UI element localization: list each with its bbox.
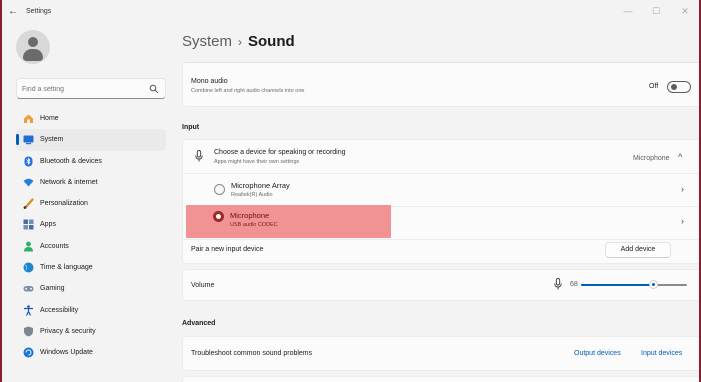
globe-clock-icon <box>23 262 34 273</box>
chevron-right-icon[interactable]: › <box>681 184 684 194</box>
device-detail: Realtek(R) Audio <box>231 192 273 198</box>
home-icon <box>24 114 33 123</box>
sidebar-item-label: Accessibility <box>40 306 79 314</box>
sidebar-item-accessibility[interactable]: Accessibility <box>16 300 166 321</box>
sidebar-item-label: Windows Update <box>40 349 93 357</box>
selected-input-device[interactable]: Microphone <box>633 155 670 162</box>
divider <box>183 239 701 240</box>
search-input[interactable] <box>22 82 147 96</box>
sidebar-item-apps[interactable]: Apps <box>16 214 166 235</box>
shield-icon <box>24 326 33 337</box>
mono-audio-card: Mono audio Combine left and right audio … <box>182 62 701 107</box>
microphone-radio[interactable] <box>213 211 224 222</box>
breadcrumb-parent[interactable]: System <box>182 33 232 50</box>
breadcrumb-separator: › <box>238 35 243 49</box>
sidebar-item-gaming[interactable]: Gaming <box>16 278 166 299</box>
mono-audio-subtitle: Combine left and right audio channels in… <box>191 88 305 94</box>
title-bar: ← Settings — ☐ ✕ <box>0 0 701 28</box>
system-icon <box>23 135 34 145</box>
sidebar-item-bluetooth[interactable]: Bluetooth & devices <box>16 151 166 172</box>
input-device-card: Choose a device for speaking or recordin… <box>182 139 701 264</box>
sidebar-item-label: Bluetooth & devices <box>40 157 102 165</box>
volume-label: Volume <box>191 282 215 289</box>
choose-device-title: Choose a device for speaking or recordin… <box>214 149 346 156</box>
sidebar-item-label: Privacy & security <box>40 327 96 335</box>
search-icon[interactable] <box>149 84 159 94</box>
update-icon <box>23 347 34 358</box>
input-section-label: Input <box>182 124 200 131</box>
volume-card: Volume 68 <box>182 269 701 301</box>
chevron-right-icon[interactable]: › <box>681 216 684 226</box>
sidebar-item-network[interactable]: Network & internet <box>16 172 166 193</box>
sidebar-item-label: Time & language <box>40 264 93 272</box>
window-title: Settings <box>26 8 52 15</box>
avatar-head <box>28 37 38 47</box>
close-icon[interactable]: ✕ <box>674 4 696 18</box>
device-name: Microphone <box>230 211 270 220</box>
sidebar-item-windows-update[interactable]: Windows Update <box>16 342 166 363</box>
advanced-section-label: Advanced <box>182 320 216 327</box>
brush-icon <box>23 198 34 210</box>
sidebar-item-privacy[interactable]: Privacy & security <box>16 321 166 342</box>
volume-value: 68 <box>570 281 578 288</box>
microphone-icon[interactable] <box>554 278 562 290</box>
sidebar-item-personalization[interactable]: Personalization <box>16 193 166 214</box>
pair-device-label: Pair a new input device <box>191 246 264 253</box>
bluetooth-icon <box>24 156 33 167</box>
chevron-up-icon[interactable]: ^ <box>678 152 682 162</box>
sidebar-item-accounts[interactable]: Accounts <box>16 236 166 257</box>
add-device-button[interactable]: Add device <box>605 242 671 258</box>
gamepad-icon <box>23 286 34 292</box>
maximize-icon[interactable]: ☐ <box>645 4 667 18</box>
sidebar-item-label: Personalization <box>40 200 88 208</box>
troubleshoot-card: Troubleshoot common sound problems Outpu… <box>182 336 701 371</box>
mono-audio-state: Off <box>649 83 659 90</box>
next-card <box>182 376 701 382</box>
back-arrow-icon[interactable]: ← <box>8 6 22 18</box>
input-device-row-microphone-array[interactable]: Microphone Array Realtek(R) Audio › <box>183 174 701 206</box>
sidebar-item-label: System <box>40 136 64 144</box>
sidebar-item-label: Apps <box>40 221 56 229</box>
troubleshoot-label: Troubleshoot common sound problems <box>191 350 313 357</box>
volume-slider-thumb[interactable] <box>648 280 658 289</box>
volume-slider-fill <box>581 284 654 286</box>
microphone-icon <box>195 150 203 162</box>
settings-window: ← Settings — ☐ ✕ Home System Bluetooth &… <box>0 0 701 382</box>
sidebar-item-label: Gaming <box>40 285 65 293</box>
search-box[interactable] <box>16 78 166 99</box>
microphone-array-radio[interactable] <box>214 184 225 195</box>
wifi-icon <box>23 178 34 187</box>
page-title: Sound <box>248 33 295 50</box>
accounts-icon <box>24 241 33 252</box>
device-name: Microphone Array <box>231 181 290 190</box>
sidebar-item-home[interactable]: Home <box>16 108 166 129</box>
sidebar-item-system[interactable]: System <box>16 129 166 151</box>
device-detail: USB audio CODEC <box>230 222 278 228</box>
mono-audio-toggle[interactable] <box>667 81 691 93</box>
choose-device-subtitle: Apps might have their own settings <box>214 159 300 165</box>
accessibility-icon <box>24 304 33 316</box>
avatar[interactable] <box>16 30 50 64</box>
sidebar-item-label: Network & internet <box>40 178 98 186</box>
toggle-knob <box>671 84 677 90</box>
avatar-body <box>23 49 43 61</box>
mono-audio-title: Mono audio <box>191 78 228 85</box>
input-devices-link[interactable]: Input devices <box>641 350 682 357</box>
sidebar-item-label: Accounts <box>40 242 69 250</box>
apps-icon <box>23 219 34 230</box>
sidebar-item-time-language[interactable]: Time & language <box>16 257 166 278</box>
breadcrumb: System › Sound <box>182 33 295 50</box>
sidebar-nav: Home System Bluetooth & devices Network … <box>16 108 166 364</box>
output-devices-link[interactable]: Output devices <box>574 350 621 357</box>
sidebar-item-label: Home <box>40 115 59 122</box>
minimize-icon[interactable]: — <box>617 4 639 18</box>
